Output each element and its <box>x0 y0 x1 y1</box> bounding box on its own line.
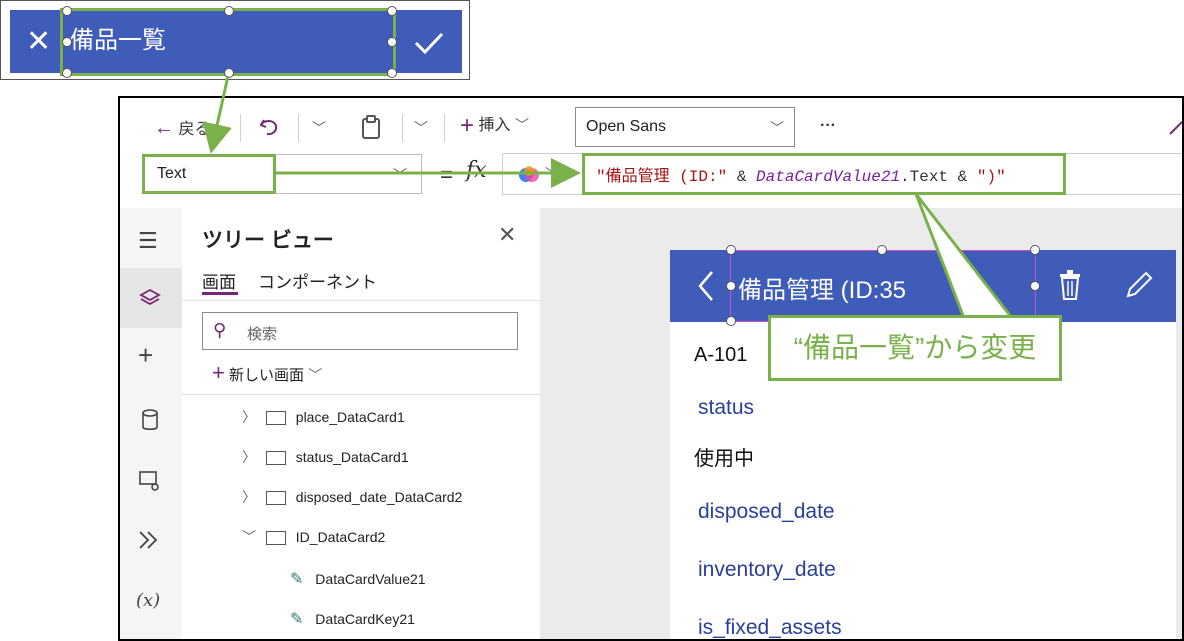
back-chevron-icon[interactable] <box>696 270 716 302</box>
property-highlight <box>142 154 276 194</box>
card-icon <box>265 531 286 546</box>
chevron-down-icon[interactable]: ﹀ <box>414 118 428 138</box>
power-automate-icon[interactable] <box>138 530 162 550</box>
selection-handle[interactable] <box>224 68 234 78</box>
equals-sign: = <box>440 162 453 187</box>
plus-icon[interactable]: + <box>138 340 153 371</box>
more-options-button[interactable]: ··· <box>820 116 836 136</box>
edit-text-icon: ✎ <box>290 611 304 628</box>
active-tab-indicator <box>202 292 238 295</box>
selection-handle[interactable] <box>387 37 397 47</box>
tree-item[interactable]: 〉 disposed_date_DataCard2 <box>242 482 462 512</box>
search-input[interactable]: ⚲ 検索 <box>202 312 518 350</box>
chevron-right-icon: 〉 <box>242 449 256 465</box>
pen-icon[interactable] <box>1166 116 1184 138</box>
annotation-callout: “備品一覧”から変更 <box>768 315 1062 381</box>
edit-text-icon: ✎ <box>290 571 304 588</box>
chevron-down-icon: ﹀ <box>393 167 407 183</box>
field-label-disposed-date: disposed_date <box>698 500 835 523</box>
selection-handle[interactable] <box>62 37 72 47</box>
chevron-down-icon[interactable]: ﹀ <box>312 118 326 138</box>
canvas-area: 備品管理 (ID:35 A-101 status 使用中 disposed_da… <box>540 208 1182 639</box>
plus-icon: + <box>212 360 225 385</box>
card-icon <box>265 411 286 426</box>
close-icon[interactable]: ✕ <box>26 27 54 57</box>
plus-icon: + <box>460 112 475 139</box>
chevron-right-icon: 〉 <box>242 409 256 425</box>
field-value-a101: A-101 <box>694 344 748 366</box>
tree-view-panel: ツリー ビュー ✕ 画面 コンポーネント ⚲ 検索 + 新しい画面 ﹀ 〉 pl… <box>182 208 541 639</box>
field-label-is-fixed-assets: is_fixed_assets <box>698 616 842 639</box>
field-label-inventory-date: inventory_date <box>698 558 836 581</box>
left-rail: ☰ + (x) <box>120 208 183 639</box>
close-icon[interactable]: ✕ <box>498 222 516 248</box>
chevron-down-icon: ﹀ <box>242 529 256 545</box>
toolbar-divider <box>240 114 241 142</box>
tab-screens[interactable]: 画面 <box>202 268 236 293</box>
toolbar-divider <box>402 114 403 142</box>
tree-view-title: ツリー ビュー <box>202 229 334 252</box>
chevron-down-icon: ﹀ <box>514 117 529 133</box>
copilot-icon[interactable] <box>517 163 541 187</box>
selection-handle[interactable] <box>726 281 736 291</box>
trash-icon[interactable] <box>1058 270 1082 300</box>
clipboard-icon[interactable] <box>360 114 382 140</box>
font-dropdown[interactable]: Open Sans ﹀ <box>575 107 795 147</box>
tree-item[interactable]: ✎ DataCardKey21 <box>290 604 415 634</box>
selection-handle[interactable] <box>1030 245 1040 255</box>
selection-handle[interactable] <box>387 6 397 16</box>
original-title-label[interactable]: 備品一覧 <box>70 26 166 56</box>
database-icon[interactable] <box>140 408 160 432</box>
header-title[interactable]: 備品管理 (ID:35 <box>738 270 948 305</box>
chevron-down-icon: ﹀ <box>770 120 784 136</box>
tree-item[interactable]: ✎ DataCardValue21 <box>290 564 426 594</box>
insert-button[interactable]: + 挿入 ﹀ <box>460 114 529 139</box>
new-screen-button[interactable]: + 新しい画面 ﹀ <box>212 358 322 391</box>
selection-handle[interactable] <box>387 68 397 78</box>
selection-handle[interactable] <box>62 68 72 78</box>
variables-icon[interactable]: (x) <box>136 590 160 611</box>
field-value-status: 使用中 <box>694 448 754 470</box>
selection-handle[interactable] <box>877 245 887 255</box>
selection-handle[interactable] <box>224 6 234 16</box>
toolbar-divider <box>444 114 445 142</box>
field-label-status: status <box>698 396 755 419</box>
tree-item[interactable]: 〉 status_DataCard1 <box>242 442 409 472</box>
chevron-right-icon: 〉 <box>242 489 256 505</box>
fx-icon: fx <box>466 158 487 183</box>
back-button[interactable]: ← 戻る <box>154 118 210 140</box>
rail-item-tree-view[interactable] <box>120 268 182 328</box>
search-icon: ⚲ <box>213 320 227 340</box>
selection-handle[interactable] <box>726 245 736 255</box>
menu-icon[interactable]: ☰ <box>138 228 158 254</box>
arrow-left-icon: ← <box>154 117 174 139</box>
layers-icon <box>139 288 161 306</box>
check-icon[interactable] <box>412 28 446 58</box>
tree-item[interactable]: 〉 place_DataCard1 <box>242 402 405 432</box>
undo-icon[interactable] <box>258 116 280 138</box>
selection-handle[interactable] <box>1030 281 1040 291</box>
card-icon <box>265 491 286 506</box>
media-icon[interactable] <box>138 470 162 492</box>
divider <box>182 300 540 301</box>
app-screen: 備品管理 (ID:35 A-101 status 使用中 disposed_da… <box>670 245 1176 639</box>
pencil-icon[interactable] <box>1124 270 1154 300</box>
tab-components[interactable]: コンポーネント <box>258 268 377 293</box>
chevron-down-icon[interactable]: ﹀ <box>545 164 559 184</box>
selection-handle[interactable] <box>62 6 72 16</box>
chevron-down-icon: ﹀ <box>308 367 323 383</box>
divider <box>182 394 540 395</box>
card-icon <box>265 451 286 466</box>
selection-handle[interactable] <box>726 316 736 326</box>
toolbar-divider <box>298 114 299 142</box>
tree-item[interactable]: ﹀ ID_DataCard2 <box>242 522 385 552</box>
formula-text[interactable]: "備品管理 (ID:" & DataCardValue21.Text & ")" <box>596 162 1006 186</box>
